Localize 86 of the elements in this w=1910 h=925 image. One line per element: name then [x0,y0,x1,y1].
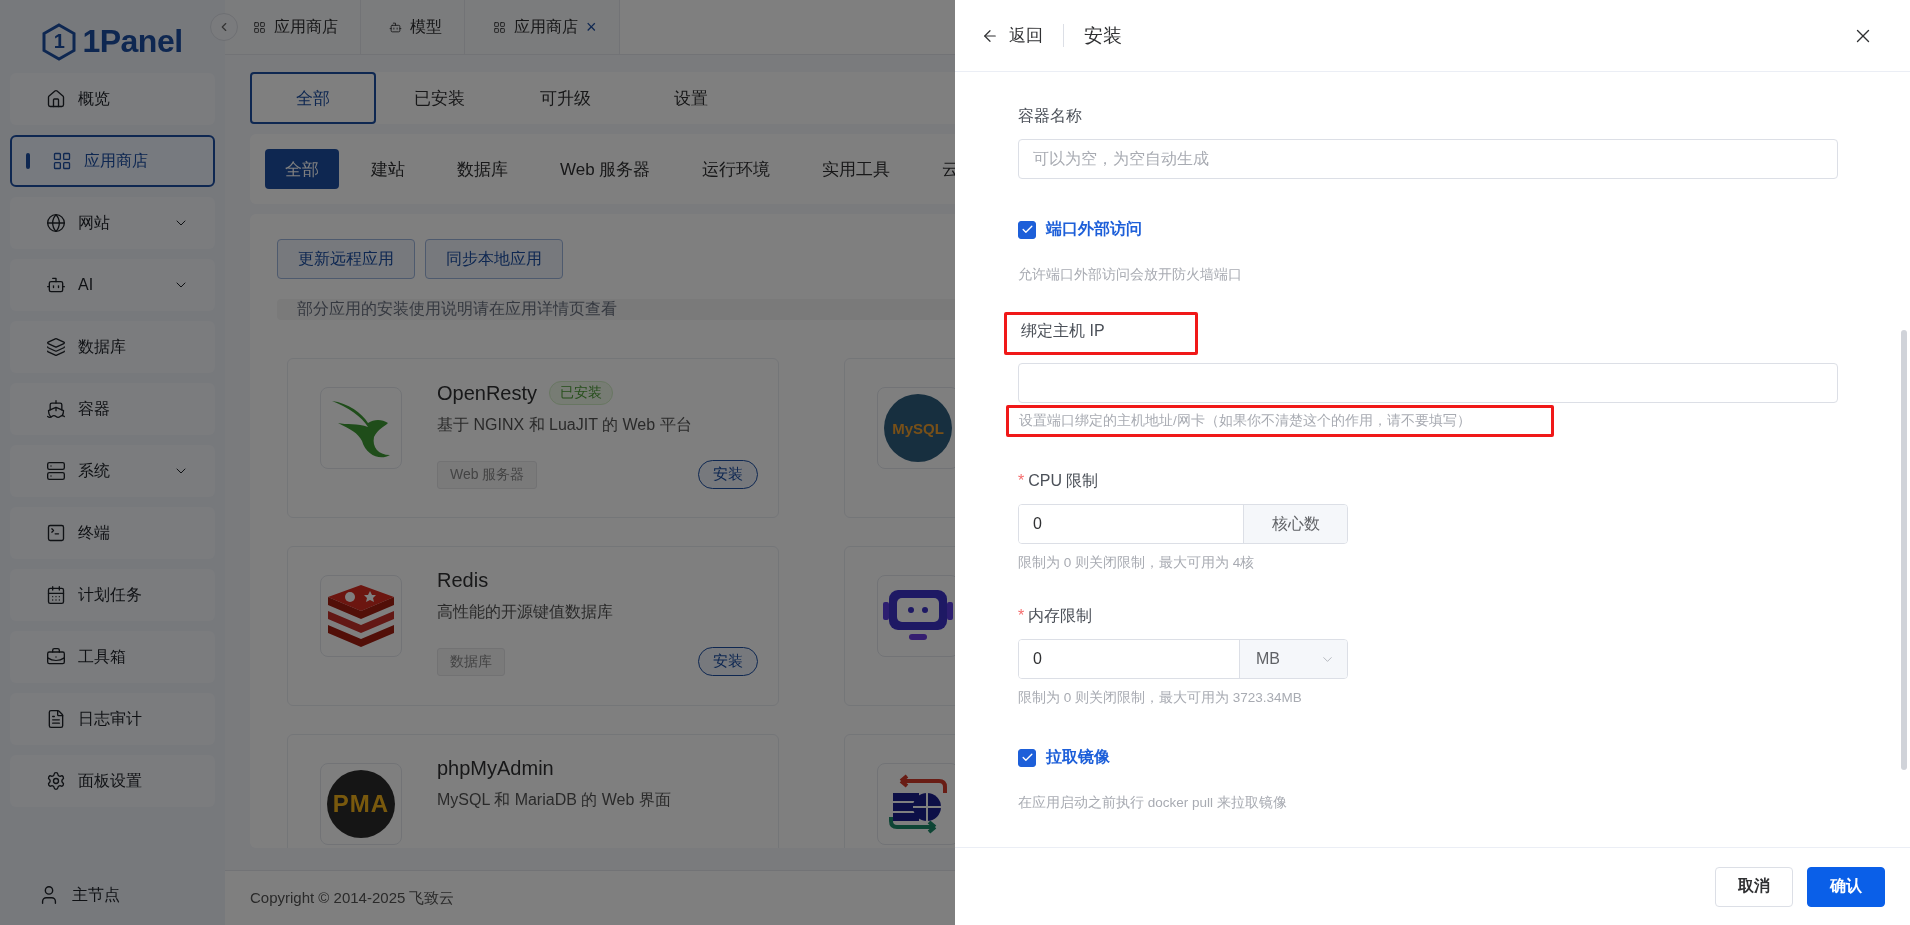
mysql-logo: MySQL [884,394,952,462]
sidebar-item[interactable]: 日志审计 [10,693,215,745]
tab-icon [389,20,402,34]
menu-icon [46,275,66,295]
view-tab[interactable]: 设置 [628,72,754,124]
sidebar-item[interactable]: 应用商店 [10,135,215,187]
help-text: 在应用启动之前执行 docker pull 来拉取镜像 [1018,794,1287,812]
view-tab[interactable]: 已安装 [376,72,502,124]
help-text: 限制为 0 则关闭限制，最大可用为 3723.34MB [1018,689,1302,707]
checkbox-option[interactable]: 拉取镜像 [1018,747,1838,768]
check-icon [1020,223,1034,236]
sidebar-item[interactable]: 容器 [10,383,215,435]
menu-icon [46,709,66,729]
unit-select[interactable]: MB [1239,640,1347,678]
number-field[interactable]: 0 MB [1018,639,1348,679]
globe-server-icon [887,773,949,835]
sidebar-item[interactable]: 数据库 [10,321,215,373]
app-name: phpMyAdmin [437,757,554,780]
logo-mark: 1 [42,22,77,61]
category-tab[interactable]: 数据库 [437,149,528,189]
node-label[interactable]: 主节点 [72,884,120,906]
category-tab[interactable]: 运行环境 [682,149,791,189]
sidebar-item[interactable]: 系统 [10,445,215,497]
checkbox[interactable] [1018,748,1036,767]
stack-logo-icon [326,585,396,647]
field-label: 绑定主机 IP [1004,312,1198,355]
category-tab[interactable]: 全部 [265,149,339,189]
field-label: * 内存限制 [1018,606,1093,626]
help-text: 设置端口绑定的主机地址/网卡（如果你不清楚这个的作用，请不要填写） [1006,405,1554,437]
category-tab[interactable]: 建站 [351,149,425,189]
sidebar-item[interactable]: 网站 [10,197,215,249]
app-name: Redis [437,569,489,592]
sidebar-item[interactable]: 概览 [10,73,215,125]
logo-text: 1Panel [82,23,183,60]
view-tab[interactable]: 全部 [250,72,376,124]
menu-icon [52,151,72,171]
action-button[interactable]: 同步本地应用 [425,239,563,279]
view-tab[interactable]: 可升级 [502,72,628,124]
menu-icon [46,89,66,109]
tab-icon [493,20,506,34]
checkbox-option[interactable]: 端口外部访问 [1018,219,1838,240]
help-text: 限制为 0 则关闭限制，最大可用为 4核 [1018,554,1255,572]
sidebar-item[interactable]: 终端 [10,507,215,559]
text-field[interactable] [1018,363,1838,403]
app-description: 高性能的开源键值数据库 [437,602,614,622]
check-icon [1020,751,1034,764]
action-button[interactable]: 更新远程应用 [277,239,415,279]
install-button[interactable]: 安装 [698,460,758,489]
page-tab[interactable]: 模型 [361,0,465,54]
text-field[interactable]: 可以为空，为空自动生成 [1018,139,1838,179]
menu-icon [46,647,66,667]
page-tab[interactable]: 应用商店 × [465,0,620,54]
menu-icon [46,461,66,481]
menu-icon [46,337,66,357]
close-icon[interactable]: × [586,16,597,38]
scrollbar[interactable] [1901,330,1907,770]
app-description: 基于 NGINX 和 LuaJIT 的 Web 平台 [437,415,693,435]
sidebar-item[interactable]: 计划任务 [10,569,215,621]
install-button[interactable]: 安装 [698,647,758,676]
drawer-title: 安装 [1084,23,1123,48]
page-tab[interactable]: 应用商店 [225,0,361,54]
unit-addon: 核心数 [1243,505,1347,543]
sidebar-item[interactable]: AI [10,259,215,311]
category-tab[interactable]: Web 服务器 [540,149,671,189]
menu-icon [46,399,66,419]
app-card[interactable]: PMA phpMyAdmin MySQL 和 MariaDB 的 Web 界面 [287,734,779,848]
field-label: 容器名称 [1018,106,1082,126]
tab-icon [253,20,266,34]
category-tab[interactable]: 实用工具 [802,149,911,189]
app-description: MySQL 和 MariaDB 的 Web 界面 [437,790,672,810]
sidebar-item[interactable]: 面板设置 [10,755,215,807]
menu-icon [46,523,66,543]
back-button[interactable]: 返回 [981,24,1064,47]
number-field[interactable]: 0 核心数 [1018,504,1348,544]
menu-icon [46,771,66,791]
app-name: OpenResty [437,381,538,405]
pma-logo: PMA [327,770,395,838]
menu-icon [46,213,66,233]
menu-icon [46,585,66,605]
checkbox[interactable] [1018,220,1036,239]
confirm-button[interactable]: 确认 [1807,866,1885,907]
field-label: * CPU 限制 [1018,471,1099,491]
help-text: 允许端口外部访问会放开防火墙端口 [1018,266,1242,284]
cancel-button[interactable]: 取消 [1715,866,1793,907]
installed-badge: 已安装 [549,381,614,405]
sidebar-item[interactable]: 工具箱 [10,631,215,683]
